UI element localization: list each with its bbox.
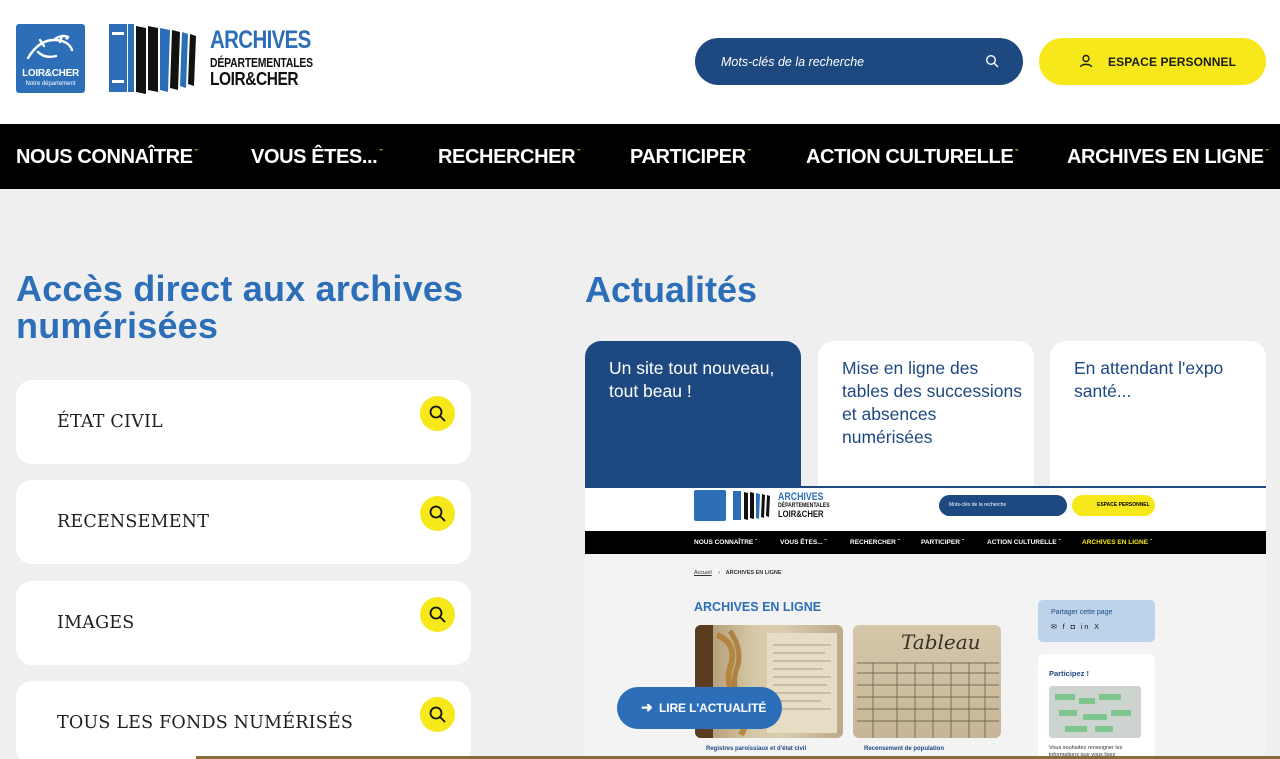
chevron-down-icon: ˇ [577, 148, 580, 158]
news-card-expo-sante[interactable]: En attendant l'expo santé... [1050, 341, 1266, 501]
nav-item-rechercher[interactable]: RECHERCHER ˇ [438, 146, 580, 169]
preview-breadcrumb-current: ARCHIVES EN LIGNE [725, 570, 782, 576]
chevron-down-icon: ˇ [194, 148, 198, 158]
chevron-down-icon: ˇ [1265, 148, 1269, 158]
read-news-label: LIRE L'ACTUALITÉ [659, 701, 767, 715]
nav-label: ARCHIVES EN LIGNE [1067, 146, 1264, 168]
preview-header: ARCHIVES DÉPARTEMENTALES LOIR&CHER Mots-… [585, 488, 1266, 531]
preview-nav-item: PARTICIPER ˇ [921, 539, 964, 546]
archives-logo-line1: ARCHIVES [210, 26, 311, 54]
preview-espace-button: ESPACE PERSONNEL [1072, 495, 1155, 516]
nav-label: RECHERCHER [438, 146, 576, 168]
preview-department-logo [694, 490, 726, 521]
preview-breadcrumb-home: Accueil [694, 570, 712, 576]
espace-personnel-label: ESPACE PERSONNEL [1108, 55, 1237, 69]
search-input[interactable] [721, 38, 981, 85]
nav-item-vous-etes[interactable]: VOUS ÊTES... ˇ [251, 146, 382, 169]
read-news-button[interactable]: ➜ LIRE L'ACTUALITÉ [617, 687, 782, 729]
preview-doc-caption: Recensement de population [864, 746, 945, 752]
preview-share-box: Partager cette page ✉ f ◘ in X [1038, 600, 1155, 642]
department-logo[interactable]: LOIR&CHER Notre département [16, 24, 85, 93]
access-card-etat-civil[interactable]: ÉTAT CIVIL [16, 380, 471, 464]
preview-nav-item: ARCHIVES EN LIGNE ˇ [1082, 539, 1153, 546]
nav-item-archives-en-ligne[interactable]: ARCHIVES EN LIGNE ˇ [1067, 146, 1269, 169]
svg-text:Tableau: Tableau [901, 630, 981, 654]
access-card-label: TOUS LES FONDS NUMÉRISÉS [57, 713, 354, 733]
nav-item-action-culturelle[interactable]: ACTION CULTURELLE ˇ [806, 146, 1018, 169]
access-card-label: ÉTAT CIVIL [57, 412, 163, 432]
preview-share-icons: ✉ f ◘ in X [1051, 624, 1101, 631]
search-bar [695, 38, 1023, 85]
archives-logo[interactable]: ARCHIVES DÉPARTEMENTALES LOIR&CHER [108, 22, 313, 94]
preview-search: Mots-clés de la recherche [939, 495, 1067, 516]
news-card-tables-successions[interactable]: Mise en ligne des tables des successions… [818, 341, 1034, 501]
news-card-label: Mise en ligne des tables des successions… [842, 358, 1022, 447]
access-card-tous-les-fonds[interactable]: TOUS LES FONDS NUMÉRISÉS [16, 681, 471, 759]
census-table-image: Tableau [857, 630, 999, 738]
nav-label: NOUS CONNAÎTRE [16, 146, 193, 168]
preview-nav-item: ACTION CULTURELLE ˇ [987, 539, 1061, 546]
espace-personnel-button[interactable]: ESPACE PERSONNEL [1039, 38, 1266, 85]
preview-participez-title: Participez ! [1049, 669, 1090, 678]
main-nav: NOUS CONNAÎTRE ˇ VOUS ÊTES... ˇ RECHERCHER… [0, 124, 1280, 189]
nav-label: ACTION CULTURELLE [806, 146, 1014, 168]
preview-logo-line3: LOIR&CHER [778, 509, 824, 519]
nav-label: PARTICIPER [630, 146, 746, 168]
access-card-label: IMAGES [57, 613, 135, 633]
nav-label: VOUS ÊTES... [251, 146, 378, 168]
chevron-down-icon: ˇ [379, 148, 382, 158]
preview-nav-item: VOUS ÊTES... ˇ [780, 539, 827, 546]
access-section-title: Accès direct aux archives numérisées [16, 268, 464, 346]
nav-item-nous-connaitre[interactable]: NOUS CONNAÎTRE ˇ [16, 146, 198, 169]
search-icon [420, 597, 455, 632]
preview-books-logo-icon [733, 491, 770, 520]
access-card-recensement[interactable]: RECENSEMENT [16, 480, 471, 564]
archives-logo-line3: LOIR&CHER [210, 69, 299, 89]
user-icon [1079, 54, 1093, 71]
preview-breadcrumb: Accueil › ARCHIVES EN LIGNE [694, 570, 782, 576]
archives-logo-line2: DÉPARTEMENTALES [210, 55, 313, 70]
preview-nav-item: NOUS CONNAÎTRE ˇ [694, 539, 758, 546]
department-logo-line2: Notre département [25, 81, 76, 87]
chevron-down-icon: ˇ [747, 148, 751, 158]
news-section-title: Actualités [585, 269, 758, 310]
search-icon [420, 697, 455, 732]
preview-nav-item: RECHERCHER ˇ [850, 539, 900, 546]
access-card-label: RECENSEMENT [57, 512, 210, 532]
books-logo-icon [109, 24, 196, 94]
site-header: LOIR&CHER Notre département ARCHIVES DÉP… [0, 0, 1280, 124]
preview-nav: NOUS CONNAÎTRE ˇ VOUS ÊTES... ˇ RECHERCH… [585, 531, 1266, 554]
preview-participez-image [1049, 686, 1141, 738]
preview-doc-image-recensement: Tableau [853, 625, 1001, 738]
search-icon[interactable] [985, 54, 999, 73]
nav-item-participer[interactable]: PARTICIPER ˇ [630, 146, 751, 169]
preview-share-title: Partager cette page [1051, 609, 1113, 616]
news-card-label: Un site tout nouveau, tout beau ! [609, 358, 775, 401]
search-icon [420, 396, 455, 431]
preview-logo-line1: ARCHIVES [778, 491, 824, 503]
search-icon [420, 496, 455, 531]
news-card-label: En attendant l'expo santé... [1074, 358, 1224, 401]
preview-doc-caption: Registres paroissiaux et d'état civil [706, 746, 807, 752]
preview-participez-box: Participez ! Vous souhaitez renseigner l… [1038, 654, 1155, 759]
preview-breadcrumb-separator: › [718, 570, 721, 576]
preview-page-title: ARCHIVES EN LIGNE [694, 600, 822, 614]
news-card-site-nouveau[interactable]: Un site tout nouveau, tout beau ! [585, 341, 801, 501]
arrow-right-icon: ➜ [641, 699, 653, 715]
salamander-icon [26, 34, 74, 60]
chevron-down-icon: ˇ [1015, 148, 1018, 158]
access-card-images[interactable]: IMAGES [16, 581, 471, 665]
department-logo-line1: LOIR&CHER [22, 68, 79, 79]
